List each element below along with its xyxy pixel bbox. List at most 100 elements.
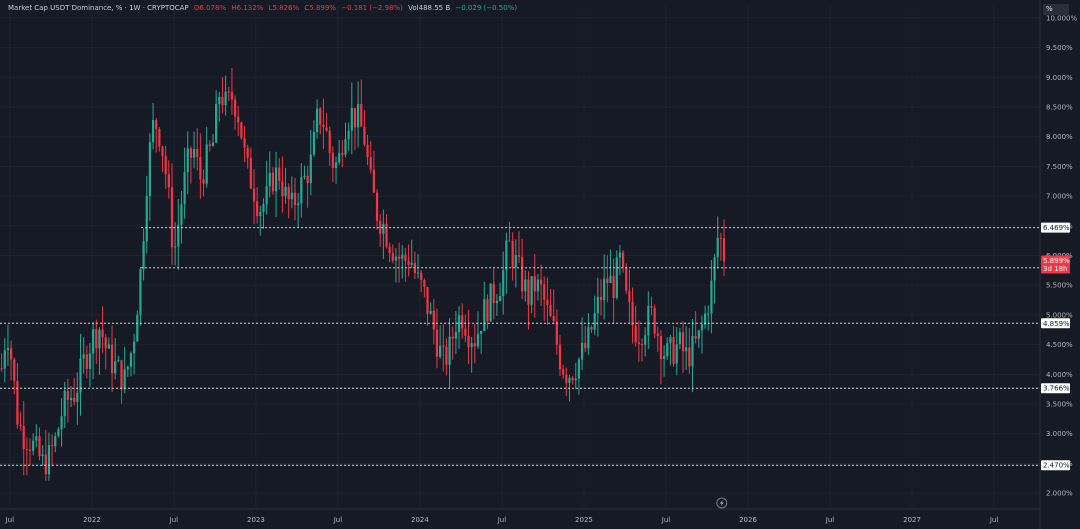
x-axis-tick-label: 2026 [739,516,757,524]
candle-down [331,152,334,169]
candle-down [486,299,489,322]
candle-up [60,416,63,430]
candle-down [628,290,631,302]
candle-down [363,126,366,145]
candle-up [495,300,499,304]
candle-up [489,283,492,322]
x-axis-tick-label: 2025 [575,516,593,524]
candle-down [404,254,407,261]
candle-up [82,354,85,359]
y-axis-tick-label: 4.000% [1046,371,1073,379]
price-scale-unit[interactable]: % [1043,4,1069,15]
candle-down [44,454,47,475]
candle-down [375,192,379,222]
x-axis-tick-label: Jul [825,516,835,524]
candle-up [192,149,196,158]
candle-up [580,342,584,360]
candle-up [174,246,177,248]
candle-up [3,350,6,369]
candle-down [423,280,426,287]
candle-down [688,347,691,367]
candle-down [237,116,240,123]
candle-up [691,336,694,367]
candle-down [420,272,423,281]
candle-down [659,336,663,360]
candle-down [328,130,331,153]
candle-up [145,196,148,242]
candle-down [640,343,644,345]
x-axis-tick-label: Jul [333,516,343,524]
candle-up [183,172,186,205]
candle-down [155,120,158,129]
candle-up [259,212,262,217]
candle-down [101,329,104,338]
candle-up [577,359,581,379]
candle-up [69,397,73,401]
y-axis-tick-label: 9.000% [1046,74,1073,82]
candle-down [287,186,290,200]
candle-up [79,358,82,393]
candle-up [98,329,101,349]
candle-up [401,254,404,259]
candle-down [233,99,237,117]
candle-down [196,149,199,157]
candlestick-chart[interactable]: 2.000%2.500%3.000%3.500%4.000%4.500%5.00… [0,0,1080,529]
candle-up [596,296,599,314]
legend-title: Market Cap USDT Dominance, % · 1W · CRYP… [8,4,189,12]
candle-down [407,260,410,265]
candle-up [587,327,590,349]
candle-up [315,108,319,133]
candle-down [51,445,54,447]
candle-up [439,345,442,357]
candle-down [464,328,467,336]
candle-down [606,278,609,283]
candle-up [476,333,480,347]
candle-down [120,360,123,390]
candle-down [398,256,401,259]
candle-down [461,315,464,329]
candle-down [104,337,107,349]
candle-up [357,104,360,128]
candle-down [322,124,325,128]
candle-down [625,266,628,291]
candle-down [372,169,375,193]
candle-down [694,336,697,339]
candle-down [546,299,549,305]
candle-down [539,279,543,285]
candle-down [25,449,28,451]
candle-down [38,436,41,457]
candle-up [334,162,338,169]
candle-up [480,331,483,334]
candle-up [593,313,596,330]
candle-down [252,188,256,202]
candle-down [110,344,114,374]
candle-down [202,179,205,184]
candle-down [167,174,170,188]
candle-up [710,280,713,314]
candle-up [54,436,57,447]
candle-up [303,175,306,178]
candle-down [552,316,555,322]
candle-down [511,240,514,268]
candle-up [615,257,618,298]
candle-down [634,325,637,343]
candle-down [543,284,546,300]
candle-up [448,336,451,365]
candle-up [429,310,432,314]
candle-up [35,436,38,441]
candle-up [470,343,473,348]
candle-up [344,139,347,155]
candle-down [199,156,202,180]
candle-up [394,256,398,261]
candle-up [32,440,35,451]
y-axis-tick-label: 7.500% [1046,163,1073,171]
candle-up [6,348,10,351]
chart-area[interactable]: 2.000%2.500%3.000%3.500%4.000%4.500%5.00… [0,0,1080,529]
candle-up [666,343,669,357]
candle-up [382,223,385,234]
legend-volume: Vol488.55 B [408,4,451,12]
candle-down [369,157,372,170]
candle-up [685,347,688,352]
candle-down [28,449,32,451]
candle-up [284,186,287,197]
